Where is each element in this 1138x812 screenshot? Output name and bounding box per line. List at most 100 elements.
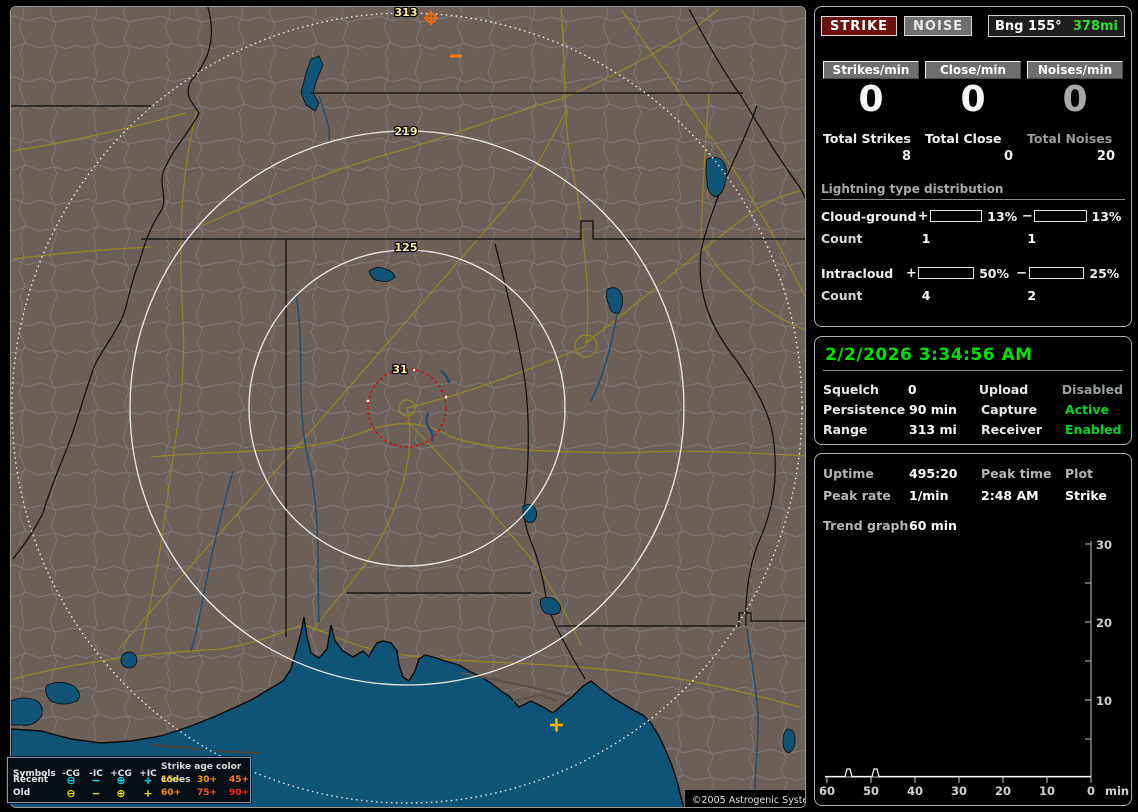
age-code-30: 30+ xyxy=(197,775,218,785)
ic-plus-percent: 50% xyxy=(979,265,1009,281)
close-per-min-value: 0 xyxy=(960,79,986,120)
plus-sign: + xyxy=(917,208,929,224)
x-tick-30: 30 xyxy=(951,784,967,798)
plus-sign: + xyxy=(905,265,917,281)
x-tick-60: 60 xyxy=(819,784,835,798)
x-unit-label: min xyxy=(1105,784,1129,798)
circled-minus-icon: ⊖ xyxy=(66,787,76,800)
distance-value: 378mi xyxy=(1072,18,1118,34)
total-close-value: 0 xyxy=(1003,149,1013,164)
peak-time-label: Peak time xyxy=(981,465,1052,481)
datetime-display: 2/2/2026 3:34:56 AM xyxy=(823,342,1123,371)
age-code-15: 15+ xyxy=(161,775,182,785)
x-tick-10: 10 xyxy=(1039,784,1055,798)
x-tick-0: 0 xyxy=(1087,784,1095,798)
y-tick-10: 10 xyxy=(1096,694,1112,708)
cg-plus-count: 1 xyxy=(921,231,931,246)
total-noises-value: 20 xyxy=(1096,149,1115,164)
strikes-per-min-value: 0 xyxy=(858,79,884,120)
x-tick-40: 40 xyxy=(907,784,923,798)
ic-plus-count: 4 xyxy=(921,288,931,303)
strike-symbol-minus-ic xyxy=(450,54,462,58)
ic-minus-bar xyxy=(1028,267,1085,279)
total-strikes-label: Total Strikes xyxy=(823,131,911,146)
receiver-label: Receiver xyxy=(981,421,1043,437)
minus-sign: − xyxy=(1016,265,1028,281)
noises-per-min-value: 0 xyxy=(1062,79,1088,120)
capture-label: Capture xyxy=(981,401,1038,417)
persistence-value: 90 min xyxy=(909,401,957,417)
minus-sign: − xyxy=(1021,208,1033,224)
ic-minus-percent: 25% xyxy=(1089,265,1120,281)
status-panel: 2/2/2026 3:34:56 AM Squelch 0 Upload Dis… xyxy=(814,336,1132,445)
trend-data-line xyxy=(825,768,1091,778)
peak-rate-row: Peak rate 1/min 2:48 AM Strike xyxy=(823,484,1123,506)
close-counter-column: Close/min 0 Total Close 0 xyxy=(925,61,1021,164)
ring-label-31: 31 xyxy=(392,363,407,376)
x-tick-20: 20 xyxy=(995,784,1011,798)
lightning-app-window: 313 219 125 31 ©2005 Astrogenic Systems … xyxy=(0,0,1138,812)
intracloud-label: Intracloud xyxy=(821,265,894,281)
intracloud-count-row: Count 4 2 xyxy=(821,288,1125,306)
persistence-label: Persistence xyxy=(823,401,906,417)
uptime-label: Uptime xyxy=(823,465,874,481)
legend-recent-label: Recent xyxy=(13,775,49,785)
range-label: Range xyxy=(823,421,868,437)
cg-minus-percent: 13% xyxy=(1091,208,1122,224)
ic-minus-count: 2 xyxy=(1027,288,1037,303)
age-code-45: 45+ xyxy=(229,775,250,785)
strike-mode-button[interactable]: STRIKE xyxy=(821,16,898,36)
cloud-ground-count-row: Count 1 1 xyxy=(821,231,1125,249)
strike-map-panel[interactable]: 313 219 125 31 ©2005 Astrogenic Systems xyxy=(10,6,806,808)
close-per-min-button[interactable]: Close/min xyxy=(925,61,1021,79)
counters-panel: STRIKE NOISE Bng 155° 378mi Strikes/min … xyxy=(814,6,1132,327)
squelch-label: Squelch xyxy=(823,381,879,397)
copyright-text: ©2005 Astrogenic Systems xyxy=(692,795,806,806)
peak-rate-value: 1/min xyxy=(909,487,949,503)
distribution-title: Lightning type distribution xyxy=(821,182,1125,200)
total-close-label: Total Close xyxy=(925,131,1002,146)
intracloud-row: Intracloud + 50% − 25% xyxy=(821,262,1125,284)
total-strikes-value: 8 xyxy=(901,149,911,164)
status-row: Squelch 0 Upload Disabled xyxy=(823,379,1123,399)
legend-old-label: Old xyxy=(13,788,31,798)
age-code-60: 60+ xyxy=(161,788,182,798)
total-noises-label: Total Noises xyxy=(1027,131,1113,146)
count-label: Count xyxy=(821,231,863,246)
bearing-readout: Bng 155° 378mi xyxy=(988,15,1125,37)
cg-plus-bar xyxy=(929,210,983,222)
circled-plus-icon: ⊕ xyxy=(116,787,126,800)
minus-icon: − xyxy=(91,787,101,800)
peak-rate-label: Peak rate xyxy=(823,487,891,503)
receiver-status: Enabled xyxy=(1065,421,1122,437)
cg-plus-percent: 13% xyxy=(987,208,1018,224)
strikes-per-min-button[interactable]: Strikes/min xyxy=(823,61,919,79)
plus-icon: + xyxy=(143,774,153,787)
peak-time-value: 2:48 AM xyxy=(981,487,1039,503)
plot-label: Plot xyxy=(1065,465,1094,481)
noises-per-min-button[interactable]: Noises/min xyxy=(1027,61,1123,79)
status-row: Persistence 90 min Capture Active xyxy=(823,399,1123,419)
ring-label-125: 125 xyxy=(395,241,418,254)
strikes-counter-column: Strikes/min 0 Total Strikes 8 xyxy=(823,61,919,164)
cg-minus-count: 1 xyxy=(1027,231,1037,246)
cloud-ground-row: Cloud-ground + 13% − 13% xyxy=(821,205,1125,227)
capture-status: Active xyxy=(1065,401,1109,417)
age-code-75: 75+ xyxy=(197,788,218,798)
trend-graph: 30 20 10 60 50 40 30 20 10 0 min xyxy=(819,538,1129,798)
circled-plus-icon: ⊕ xyxy=(116,774,126,787)
uptime-value: 495:20 xyxy=(909,465,958,481)
y-tick-30: 30 xyxy=(1096,538,1112,552)
strike-map[interactable]: 313 219 125 31 ©2005 Astrogenic Systems xyxy=(11,7,806,808)
upload-status: Disabled xyxy=(1061,381,1123,397)
plot-value: Strike xyxy=(1065,487,1107,503)
plus-icon: + xyxy=(143,787,153,800)
y-tick-20: 20 xyxy=(1096,616,1112,630)
cloud-ground-label: Cloud-ground xyxy=(821,208,917,224)
circled-minus-icon: ⊖ xyxy=(66,774,76,787)
ring-label-219: 219 xyxy=(395,125,418,138)
noises-counter-column: Noises/min 0 Total Noises 20 xyxy=(1027,61,1123,164)
count-label: Count xyxy=(821,288,863,303)
noise-mode-button[interactable]: NOISE xyxy=(904,16,973,36)
upload-label: Upload xyxy=(978,381,1029,397)
